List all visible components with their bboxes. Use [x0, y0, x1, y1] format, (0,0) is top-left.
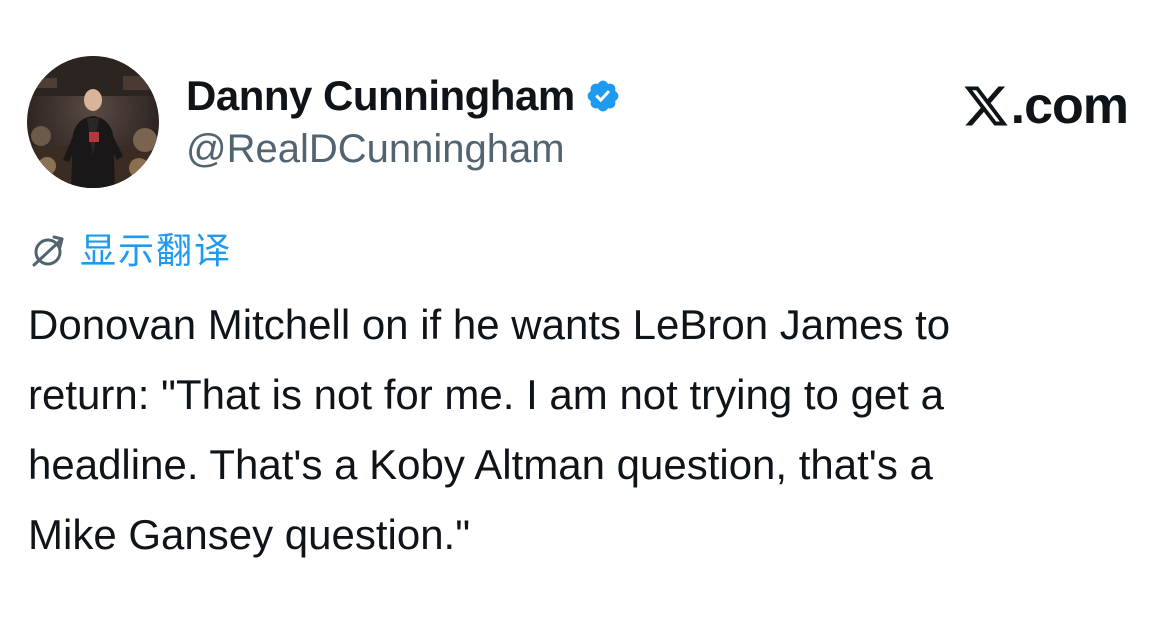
translate-button[interactable]: 显示翻译: [28, 226, 232, 276]
tweet-text-line: Donovan Mitchell on if he wants LeBron J…: [28, 301, 951, 348]
tweet-text-line: headline. That's a Koby Altman question,…: [28, 441, 933, 488]
tweet-text-line: Mike Gansey question.": [28, 511, 471, 558]
tweet-text-line: return: "That is not for me. I am not tr…: [28, 371, 944, 418]
avatar-photo: [27, 56, 159, 188]
brand-mark: .com: [961, 76, 1129, 136]
globe-icon: [32, 235, 64, 267]
verified-badge-icon: [585, 78, 621, 114]
avatar[interactable]: [27, 56, 159, 188]
author-handle[interactable]: @RealDCunningham: [186, 124, 565, 174]
author-name-row: Danny Cunningham: [186, 70, 621, 122]
author-display-name[interactable]: Danny Cunningham: [186, 70, 575, 122]
brand-domain-text: .com: [1010, 77, 1129, 135]
x-logo-icon: [964, 86, 1008, 126]
tweet-text: Donovan Mitchell on if he wants LeBron J…: [28, 290, 1146, 570]
translate-label[interactable]: 显示翻译: [80, 226, 232, 276]
